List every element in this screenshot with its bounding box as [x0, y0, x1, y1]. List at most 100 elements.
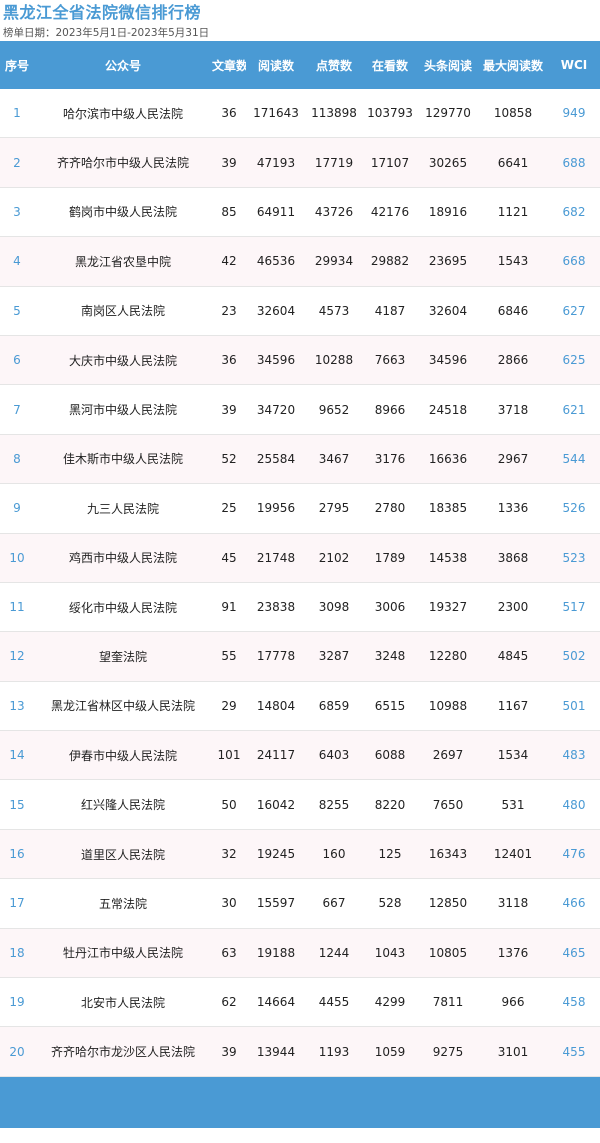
cell-max-reads: 1167: [497, 698, 529, 713]
cell-watching: 4187: [374, 303, 406, 318]
cell-wci: 465: [562, 945, 586, 960]
cell-headline-reads: 18385: [428, 501, 468, 516]
table-row: 20 齐齐哈尔市龙沙区人民法院 39 13944 1193 1059 9275 3101 455: [0, 1027, 600, 1077]
cell-account: 南岗区人民法院: [80, 304, 165, 319]
table-row: 4 黑龙江省农垦中院 42 46536 29934 29882 23695 1543 668: [0, 237, 600, 287]
cell-rank: 7: [13, 402, 21, 417]
cell-watching: 2780: [374, 501, 406, 516]
cell-wci: 526: [562, 501, 586, 516]
cell-watching: 1043: [374, 945, 406, 960]
table-row: 10 鸡西市中级人民法院 45 21748 2102 1789 14538 3868 523: [0, 533, 600, 583]
footer-bar: [0, 1077, 600, 1128]
cell-rank: 9: [13, 501, 21, 516]
cell-articles: 63: [221, 945, 237, 960]
cell-watching: 3248: [374, 649, 406, 664]
cell-headline-reads: 34596: [428, 353, 468, 368]
cell-reads: 24117: [256, 748, 296, 763]
cell-max-reads: 12401: [493, 847, 533, 862]
cell-rank: 4: [13, 254, 21, 269]
cell-wci: 483: [562, 748, 586, 763]
cell-likes: 1244: [318, 945, 350, 960]
cell-likes: 43726: [314, 204, 354, 219]
cell-likes: 3098: [318, 600, 350, 615]
cell-watching: 125: [378, 847, 402, 862]
cell-likes: 3467: [318, 451, 350, 466]
cell-headline-reads: 24518: [428, 402, 468, 417]
cell-account: 绥化市中级人民法院: [68, 600, 177, 615]
table-body: 1 哈尔滨市中级人民法院 36 171643 113898 103793 129770 108…: [0, 89, 600, 1077]
cell-max-reads: 1336: [497, 501, 529, 516]
cell-account: 道里区人民法院: [80, 847, 165, 862]
ranking-table: 序号 公众号 文章数 阅读数 点赞数 在看数 头条阅读 最大阅读数 WCI 1 哈…: [0, 41, 600, 1077]
cell-watching: 4299: [374, 995, 406, 1010]
cell-articles: 101: [217, 748, 241, 763]
cell-likes: 6859: [318, 698, 350, 713]
cell-reads: 16042: [256, 797, 296, 812]
cell-rank: 12: [9, 649, 25, 664]
cell-reads: 19956: [256, 501, 296, 516]
cell-likes: 10288: [314, 353, 354, 368]
cell-rank: 11: [9, 600, 25, 615]
cell-likes: 4455: [318, 995, 350, 1010]
header-watching: 在看数: [371, 58, 408, 73]
cell-account: 黑龙江省农垦中院: [74, 254, 171, 269]
cell-watching: 7663: [374, 353, 406, 368]
cell-likes: 113898: [311, 106, 357, 121]
cell-rank: 3: [13, 204, 21, 219]
table-row: 2 齐齐哈尔市中级人民法院 39 47193 17719 17107 30265 6641 68…: [0, 138, 600, 188]
cell-headline-reads: 12280: [428, 649, 468, 664]
cell-account: 齐齐哈尔市龙沙区人民法院: [50, 1045, 195, 1060]
cell-wci: 455: [562, 1044, 586, 1059]
cell-wci: 523: [562, 550, 586, 565]
cell-max-reads: 2300: [497, 600, 529, 615]
cell-likes: 160: [322, 847, 346, 862]
table-header: 序号 公众号 文章数 阅读数 点赞数 在看数 头条阅读 最大阅读数 WCI: [0, 41, 600, 89]
cell-reads: 13944: [256, 1044, 296, 1059]
cell-account: 佳木斯市中级人民法院: [62, 452, 183, 467]
table-row: 14 伊春市中级人民法院 101 24117 6403 6088 2697 1534 483: [0, 731, 600, 781]
cell-max-reads: 1534: [497, 748, 529, 763]
cell-rank: 15: [9, 797, 25, 812]
cell-account: 大庆市中级人民法院: [68, 353, 177, 368]
cell-articles: 29: [221, 698, 237, 713]
cell-rank: 18: [9, 945, 25, 960]
cell-headline-reads: 10805: [428, 945, 468, 960]
cell-account: 望奎法院: [98, 649, 147, 664]
cell-wci: 458: [562, 995, 586, 1010]
cell-reads: 34596: [256, 353, 296, 368]
cell-reads: 64911: [256, 204, 296, 219]
cell-reads: 21748: [256, 550, 296, 565]
cell-reads: 14804: [256, 698, 296, 713]
cell-max-reads: 966: [501, 995, 525, 1010]
cell-max-reads: 1121: [497, 204, 529, 219]
cell-likes: 1193: [318, 1044, 350, 1059]
cell-headline-reads: 12850: [428, 896, 468, 911]
cell-rank: 6: [13, 353, 21, 368]
cell-articles: 62: [221, 995, 237, 1010]
cell-likes: 29934: [314, 254, 354, 269]
cell-wci: 688: [562, 155, 586, 170]
cell-max-reads: 3718: [497, 402, 529, 417]
date-range: 榜单日期：2023年5月1日-2023年5月31日: [3, 27, 210, 39]
header-reads: 阅读数: [257, 58, 294, 73]
cell-articles: 50: [221, 797, 237, 812]
cell-articles: 55: [221, 649, 237, 664]
cell-max-reads: 1543: [497, 254, 529, 269]
table-row: 8 佳木斯市中级人民法院 52 25584 3467 3176 16636 2967 544: [0, 434, 600, 485]
cell-headline-reads: 18916: [428, 204, 468, 219]
cell-watching: 17107: [370, 155, 410, 170]
cell-articles: 39: [221, 155, 237, 170]
cell-headline-reads: 16636: [428, 451, 468, 466]
cell-account: 牡丹江市中级人民法院: [62, 946, 183, 961]
cell-reads: 32604: [256, 303, 296, 318]
cell-watching: 1059: [374, 1044, 406, 1059]
cell-max-reads: 6641: [497, 155, 529, 170]
cell-headline-reads: 16343: [428, 847, 468, 862]
cell-reads: 25584: [256, 451, 296, 466]
cell-articles: 32: [221, 847, 237, 862]
cell-watching: 103793: [367, 106, 413, 121]
cell-reads: 46536: [256, 254, 296, 269]
cell-max-reads: 3101: [497, 1044, 529, 1059]
cell-watching: 3006: [374, 600, 406, 615]
cell-headline-reads: 10988: [428, 698, 468, 713]
